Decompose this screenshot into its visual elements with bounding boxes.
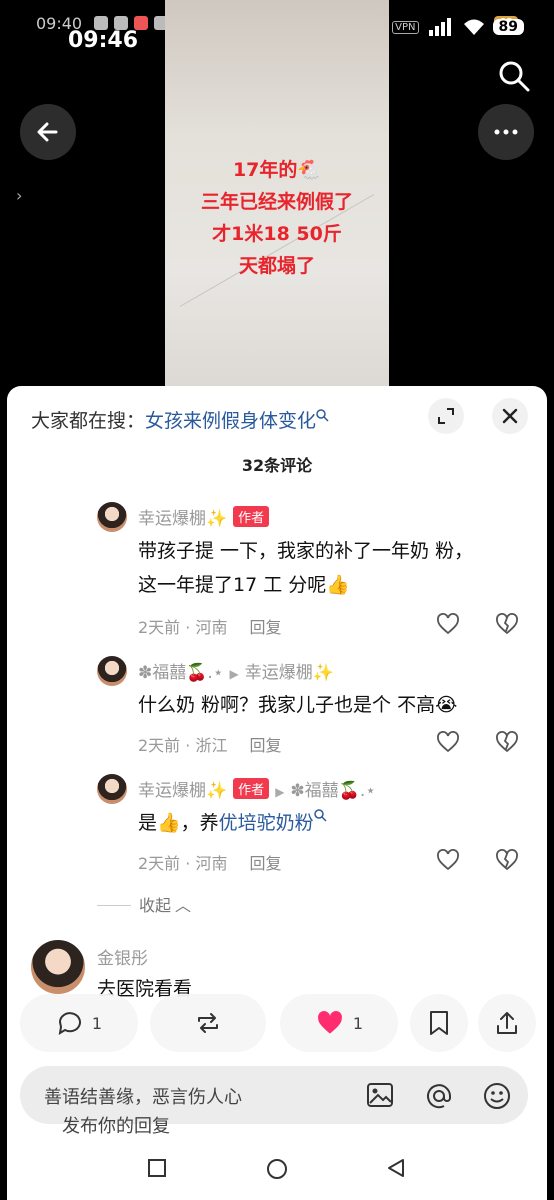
home-icon[interactable] [265,1157,289,1181]
video-caption-line: 三年已经来例假了 [200,191,353,213]
comment-action-count: 1 [91,1013,103,1033]
avatar[interactable] [97,502,127,532]
comment-meta: 2天前 · 河南 回复 [138,850,281,874]
tiktok-icon [94,16,108,30]
comment-line: 什么奶 粉啊？我家儿子也是个 不高😭 [138,694,458,716]
comment-time-location: 2天前 · 河南 [138,618,228,637]
hot-search-prefix: 大家都在搜： [31,410,146,432]
video-caption-line: 才1米18 50斤 [212,223,342,245]
comment-time-location: 2天前 · 河南 [138,854,228,873]
reply-to-name: 幸运爆棚✨ [244,663,334,683]
avatar[interactable] [97,774,127,804]
search-icon [313,809,327,822]
search-button[interactable] [496,58,532,94]
reply-to-name: ✽福囍🍒.⋆ [290,781,376,801]
arrow-left-icon [37,122,58,142]
expand-icon [438,408,454,424]
like-icon[interactable] [436,849,460,871]
comment-line: 这一年提了17 工 分呢👍 [138,574,350,596]
author-badge: 作者 [233,778,270,799]
mention-icon[interactable] [424,1081,454,1111]
comment-line: 带孩子提 一下，我家的补了一年奶 粉， [138,540,474,562]
like-icon[interactable] [436,731,460,753]
comment-text[interactable]: 什么奶 粉啊？我家儿子也是个 不高😭 [138,688,457,722]
avatar[interactable] [31,940,85,994]
comment-icon [58,1012,81,1035]
like-icon[interactable] [436,613,460,635]
bookmark-button[interactable] [410,994,468,1052]
comment-text[interactable]: 是👍，养优培驼奶粉 [138,806,328,840]
dislike-icon[interactable] [495,849,519,871]
mail-icon [114,16,128,30]
comment-input-placeholder: 善语结善缘，恶言伤人心 [44,1087,242,1108]
back-button[interactable] [20,104,76,160]
comment-text-prefix: 是👍，养 [138,812,219,834]
battery-icon: 89 [492,19,524,35]
comment-meta: 2天前 · 河南 回复 [138,614,281,638]
video-caption-line: 17年的🐔 [232,159,322,181]
close-icon [502,408,518,424]
more-button[interactable] [478,104,534,160]
product-link[interactable]: 优培驼奶粉 [219,812,314,834]
signal-icon [428,18,451,36]
comment-author[interactable]: 幸运爆棚✨ 作者 [138,504,270,529]
repost-button[interactable] [150,994,266,1052]
reply-placeholder[interactable]: 发布你的回复 [62,1112,170,1138]
comment-author[interactable]: 金银彤 [97,944,148,969]
comment-meta: 2天前 · 浙江 回复 [138,732,281,756]
share-button[interactable] [478,994,536,1052]
share-icon [497,1012,517,1034]
emoji-icon[interactable] [482,1081,512,1111]
reply-button[interactable]: 回复 [249,736,281,755]
author-badge: 作者 [233,506,270,527]
vpn-icon: VPN [392,20,419,34]
comment-count: 32条评论 [241,456,313,475]
expand-button[interactable] [428,398,464,434]
hot-search-term[interactable]: 女孩来例假身体变化 [145,410,316,432]
reply-arrow-icon: ▶ [229,667,239,681]
bookmark-icon [430,1011,448,1035]
collapse-label: 收起 [139,896,172,915]
image-icon[interactable] [366,1082,394,1108]
dislike-icon[interactable] [495,613,519,635]
repost-icon [198,1013,218,1033]
search-icon [316,409,329,422]
author-name: 幸运爆棚✨ [138,509,228,529]
heart-filled-icon [317,1011,342,1034]
chevron-up-icon: ︿ [175,896,192,915]
comment-author[interactable]: ✽福囍🍒.⋆ ▶ 幸运爆棚✨ [138,658,334,683]
author-name: 幸运爆棚✨ [138,781,228,801]
recent-apps-icon[interactable] [147,1158,167,1178]
hot-search[interactable]: 大家都在搜：女孩来例假身体变化 [31,406,330,433]
video-caption-line: 天都塌了 [238,255,315,277]
back-nav-icon[interactable] [386,1158,406,1178]
status-time: 09:46 [68,28,139,53]
dislike-icon[interactable] [495,731,519,753]
system-nav-bar [0,1140,554,1200]
avatar[interactable] [97,656,127,686]
author-name: ✽福囍🍒.⋆ [138,663,224,683]
search-icon [499,61,530,92]
shopping-icon [134,16,148,30]
like-action-button[interactable]: 1 [280,994,398,1052]
reply-arrow-icon: ▶ [275,785,285,799]
video-player[interactable]: 17年的🐔 三年已经来例假了 才1米18 50斤 天都塌了 [165,0,389,390]
wifi-icon [463,19,484,35]
like-action-count: 1 [352,1013,364,1033]
comment-author[interactable]: 幸运爆棚✨ 作者 ▶ ✽福囍🍒.⋆ [138,776,376,801]
status-right: VPN 89 [392,18,524,36]
comment-text[interactable]: 带孩子提 一下，我家的补了一年奶 粉， 这一年提了17 工 分呢👍 [138,534,473,602]
comment-action-button[interactable]: 1 [20,994,138,1052]
collapse-replies-button[interactable]: 收起 ︿ [97,892,191,916]
chevron-right-icon[interactable]: › [16,186,22,205]
reply-button[interactable]: 回复 [249,854,281,873]
reply-button[interactable]: 回复 [249,618,281,637]
comment-time-location: 2天前 · 浙江 [138,736,228,755]
close-button[interactable] [492,398,528,434]
more-icon [494,129,518,135]
